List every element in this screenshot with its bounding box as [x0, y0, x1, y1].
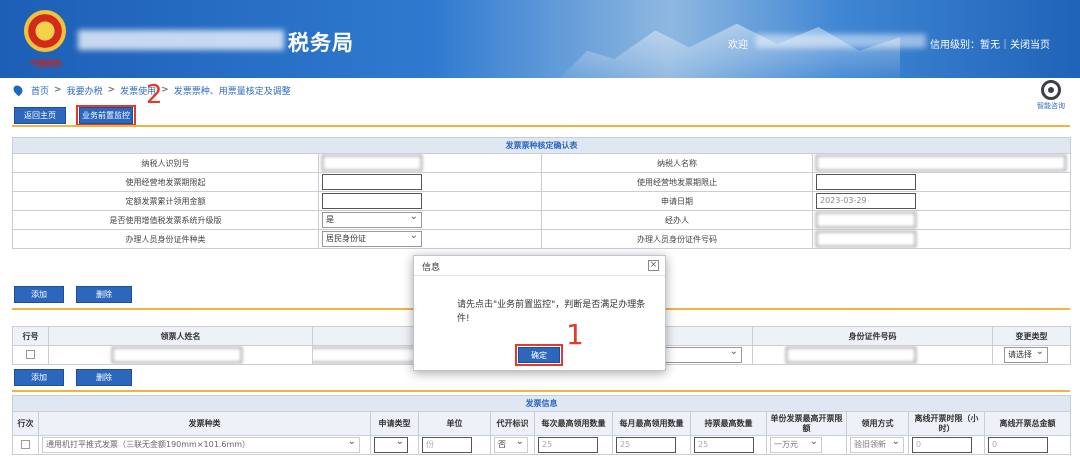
invoice-caption: 发票信息 — [12, 395, 1071, 412]
method-select[interactable]: 验旧领新 — [850, 437, 904, 453]
table-row: 办理人员身份证件种类 居民身份证 办理人员身份证件号码 — [12, 229, 1071, 249]
quota-amount-input[interactable] — [322, 193, 422, 209]
collector-add-button[interactable]: 添加 — [14, 286, 64, 303]
step-2-marker: 2 — [146, 80, 163, 110]
emblem-caption: 中国税务 — [30, 58, 62, 68]
label-quota-amount: 定额发票累计领用金额 — [12, 191, 319, 211]
offline-amount-input[interactable]: 0 — [988, 437, 1048, 453]
invoice-table: 发票信息 行次 发票种类 申请类型 单位 代开标识 每次最高领用数量 每月最高领… — [12, 395, 1071, 455]
col-hold-max: 持票最高数量 — [690, 411, 767, 436]
close-icon[interactable]: × — [648, 260, 659, 271]
location-pin-icon — [11, 83, 25, 97]
redacted-title — [78, 30, 284, 50]
col-method: 领用方式 — [846, 411, 909, 436]
table-row: 纳税人识别号 纳税人名称 — [12, 153, 1071, 173]
apply-date-input[interactable]: 2023-03-29 — [816, 193, 916, 209]
label-period-end: 使用经营地发票期限止 — [541, 172, 813, 192]
table-row: 使用经营地发票期限起 使用经营地发票期限止 — [12, 172, 1071, 192]
col-proxy: 代开标识 — [490, 411, 535, 436]
per-month-input[interactable]: 25 — [616, 437, 676, 453]
col-offline-amount: 离线开票总金额 — [984, 411, 1071, 436]
taxpayer-name-input[interactable] — [816, 155, 1066, 171]
table-row: 是否使用增值税发票系统升级版 是 经办人 — [12, 210, 1071, 230]
handler-input[interactable] — [816, 212, 916, 228]
step-1-marker: 1 — [566, 318, 584, 351]
row-checkbox[interactable] — [26, 349, 35, 359]
breadcrumb-tax[interactable]: 我要办税 — [67, 84, 103, 97]
col-invoice-type: 发票种类 — [38, 411, 371, 436]
redacted-user — [756, 34, 926, 48]
label-apply-date: 申请日期 — [541, 191, 813, 211]
per-time-input[interactable]: 25 — [538, 437, 598, 453]
col-id-number: 身份证件号码 — [752, 326, 993, 346]
help-label: 智能咨询 — [1037, 102, 1065, 110]
row-checkbox[interactable] — [21, 439, 30, 449]
dialog-ok-button[interactable]: 确定 — [518, 347, 560, 363]
label-id-type: 办理人员身份证件种类 — [12, 229, 319, 249]
change-type-select[interactable]: 请选择 — [1004, 347, 1048, 363]
label-handler: 经办人 — [541, 210, 813, 230]
help-widget[interactable]: 智能咨询 — [1030, 80, 1072, 111]
offline-hours-input[interactable]: 0 — [912, 437, 972, 453]
breadcrumb-home[interactable]: 首页 — [31, 84, 49, 97]
col-collector-name: 领票人姓名 — [48, 326, 313, 346]
chat-help-icon — [1041, 80, 1061, 100]
proxy-select[interactable]: 否 — [494, 437, 528, 453]
info-dialog: 信息 × 请先点击"业务前置监控"，判断是否满足办理条件! 确定 1 — [413, 255, 666, 371]
breadcrumb-current: 发票票种、用票量核定及调整 — [173, 86, 291, 97]
col-seq: 行次 — [12, 411, 39, 436]
col-apply-type: 申请类型 — [370, 411, 419, 436]
invoice-type-select[interactable]: 通用机打平推式发票（三联无金额190mm×101.6mm） — [42, 437, 360, 453]
upgrade-system-select[interactable]: 是 — [322, 212, 422, 228]
col-change-type: 变更类型 — [992, 326, 1071, 346]
header-links[interactable]: 信用级别：暂无｜关闭当页 — [930, 36, 1050, 51]
table-row: 定额发票累计领用金额 申请日期 2023-03-29 — [12, 191, 1071, 211]
collector-name-input[interactable] — [112, 347, 242, 363]
confirm-table: 发票票种核定确认表 纳税人识别号 纳税人名称 使用经营地发票期限起 使用经营地发… — [12, 137, 1071, 249]
confirm-table-caption: 发票票种核定确认表 — [12, 137, 1071, 154]
col-per-month: 每月最高领用数量 — [612, 411, 691, 436]
label-taxpayer-id: 纳税人识别号 — [12, 153, 319, 173]
collector-id-input[interactable] — [786, 347, 916, 363]
id-number-input[interactable] — [816, 231, 916, 247]
period-start-input[interactable] — [322, 174, 422, 190]
id-type-select[interactable]: 居民身份证 — [322, 231, 422, 247]
site-title: 税务局 — [288, 31, 354, 55]
breadcrumb-sep: > — [54, 85, 62, 95]
label-period-start: 使用经营地发票期限起 — [12, 172, 319, 192]
taxpayer-id-input[interactable] — [322, 155, 422, 171]
unit-input[interactable]: 份 — [422, 437, 472, 453]
invoice-add-button[interactable]: 添加 — [14, 369, 64, 386]
label-id-number: 办理人员身份证件号码 — [541, 229, 813, 249]
label-taxpayer-name: 纳税人名称 — [541, 153, 813, 173]
collector-delete-button[interactable]: 删除 — [76, 286, 132, 303]
site-header: 中国税务 税务局 欢迎 信用级别：暂无｜关闭当页 — [0, 0, 1080, 78]
limit-select[interactable]: 一万元 — [770, 437, 822, 453]
dialog-message: 请先点击"业务前置监控"，判断是否满足办理条件! — [457, 300, 646, 324]
apply-type-select[interactable] — [374, 437, 408, 453]
hold-max-input[interactable]: 25 — [694, 437, 754, 453]
phone-input[interactable] — [313, 347, 420, 363]
tax-emblem-icon — [24, 10, 66, 52]
business-monitor-button[interactable]: 业务前置监控 — [79, 107, 133, 124]
period-end-input[interactable] — [816, 174, 916, 190]
divider — [12, 125, 1070, 127]
col-row-no: 行号 — [12, 326, 49, 346]
table-row: 通用机打平推式发票（三联无金额190mm×101.6mm） 份 否 25 25 … — [12, 435, 1071, 455]
col-limit: 单份发票最高开票限额 — [766, 411, 847, 436]
divider — [12, 390, 1070, 392]
col-per-time: 每次最高领用数量 — [534, 411, 613, 436]
welcome-text: 欢迎 — [728, 40, 748, 51]
dialog-header: 信息 × — [414, 256, 665, 276]
dialog-title: 信息 — [422, 263, 441, 273]
invoice-delete-button[interactable]: 删除 — [76, 369, 132, 386]
col-unit: 单位 — [418, 411, 491, 436]
breadcrumb-sep: > — [107, 85, 116, 95]
back-home-button[interactable]: 返回主页 — [14, 107, 66, 124]
col-offline-hours: 离线开票时限（小时） — [908, 411, 985, 436]
label-upgrade-system: 是否使用增值税发票系统升级版 — [12, 210, 319, 230]
